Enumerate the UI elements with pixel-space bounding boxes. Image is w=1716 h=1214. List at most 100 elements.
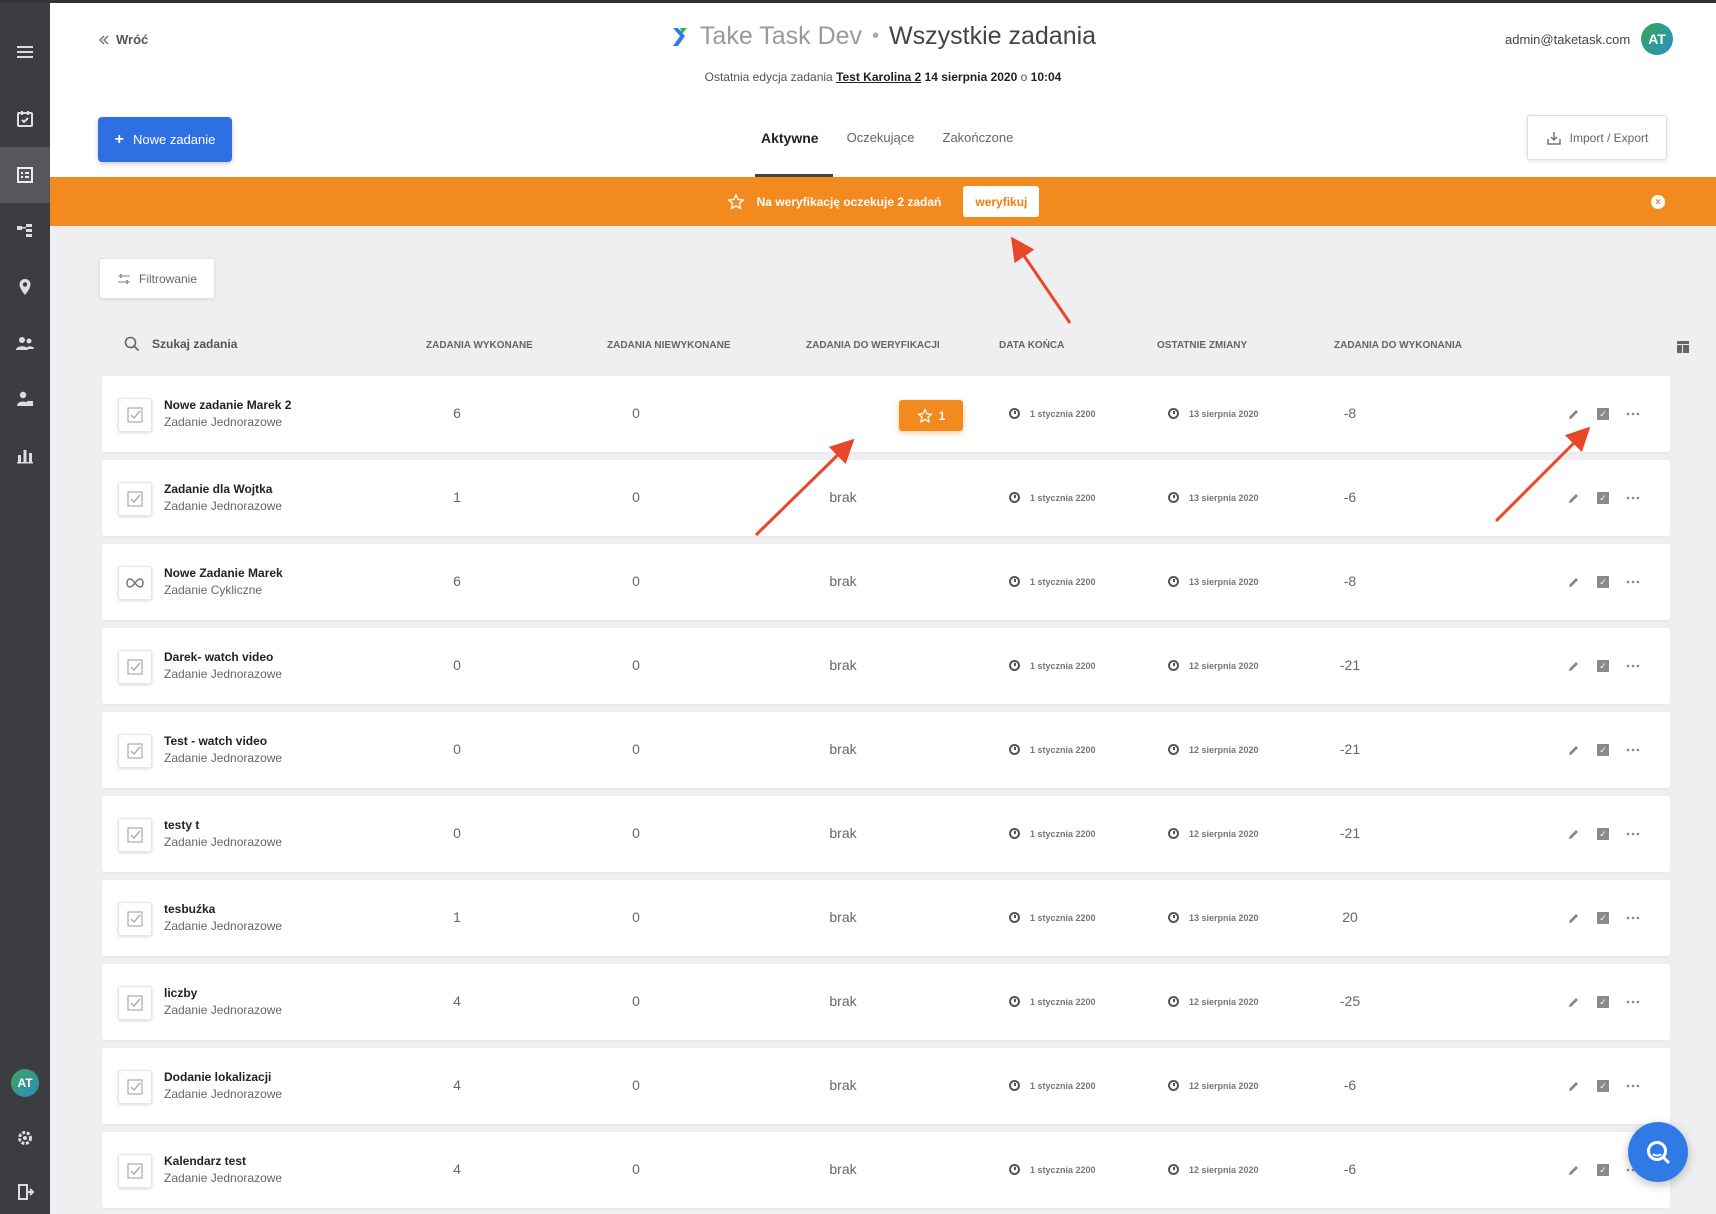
clock-icon	[1168, 492, 1179, 503]
edit-button[interactable]	[1565, 658, 1581, 674]
close-icon[interactable]: ×	[1651, 195, 1665, 209]
more-dots-icon	[1626, 496, 1640, 500]
verify-count: brak	[829, 1077, 857, 1093]
column-header-verify[interactable]: Zadania do weryfikacji	[806, 340, 940, 351]
task-name[interactable]: Zadanie dla Wojtka	[164, 482, 272, 496]
clock-icon	[1009, 996, 1020, 1007]
column-header-undone[interactable]: Zadania niewykonane	[607, 340, 731, 351]
table-row[interactable]: testy t Zadanie Jednorazowe 0 0 brak 1 s…	[102, 796, 1670, 872]
sidebar-menu-button[interactable]	[0, 24, 50, 80]
page-title-bar: Take Task Dev • Wszystkie zadania	[50, 22, 1716, 51]
task-name[interactable]: testy t	[164, 818, 199, 832]
table-row[interactable]: tesbuźka Zadanie Jednorazowe 1 0 brak 1 …	[102, 880, 1670, 956]
table-row[interactable]: Dodanie lokalizacji Zadanie Jednorazowe …	[102, 1048, 1670, 1124]
task-type-icon	[118, 398, 152, 432]
task-type: Zadanie Jednorazowe	[164, 919, 283, 933]
task-name[interactable]: Darek- watch video	[164, 650, 273, 664]
sidebar-item-users[interactable]	[0, 315, 50, 371]
check-square-icon: ✓	[1597, 744, 1609, 756]
table-row[interactable]: Darek- watch video Zadanie Jednorazowe 0…	[102, 628, 1670, 704]
sidebar-avatar[interactable]: AT	[11, 1069, 39, 1097]
more-options-button[interactable]	[1625, 574, 1641, 590]
edit-button[interactable]	[1565, 406, 1581, 422]
columns-layout-icon[interactable]	[1676, 340, 1690, 354]
last-change-text: 12 sierpnia 2020	[1189, 828, 1259, 839]
complete-button[interactable]: ✓	[1595, 406, 1611, 422]
column-header-last-changes[interactable]: Ostatnie zmiany	[1157, 340, 1247, 351]
task-name[interactable]: tesbuźka	[164, 902, 215, 916]
user-avatar[interactable]: AT	[1641, 23, 1673, 55]
verify-count: brak	[829, 741, 857, 757]
column-header-done[interactable]: Zadania wykonane	[426, 340, 533, 351]
complete-button[interactable]: ✓	[1595, 994, 1611, 1010]
task-name[interactable]: liczby	[164, 986, 197, 1000]
user-email[interactable]: admin@taketask.com	[1505, 32, 1630, 47]
edit-button[interactable]	[1565, 742, 1581, 758]
sidebar-item-structure[interactable]	[0, 203, 50, 259]
import-export-button[interactable]: Import / Export	[1527, 115, 1667, 160]
more-options-button[interactable]	[1625, 490, 1641, 506]
todo-count: -8	[1343, 405, 1357, 421]
more-options-button[interactable]	[1625, 994, 1641, 1010]
task-name[interactable]: Dodanie lokalizacji	[164, 1070, 271, 1084]
sidebar-item-user-settings[interactable]	[0, 371, 50, 427]
complete-button[interactable]: ✓	[1595, 826, 1611, 842]
task-name[interactable]: Kalendarz test	[164, 1154, 246, 1168]
sidebar-item-calendar[interactable]	[0, 91, 50, 147]
table-row[interactable]: Zadanie dla Wojtka Zadanie Jednorazowe 1…	[102, 460, 1670, 536]
done-count: 6	[453, 405, 461, 421]
tab-finished[interactable]: Zakończone	[929, 118, 1028, 177]
last-edit-task-link[interactable]: Test Karolina 2	[836, 70, 921, 84]
verify-badge[interactable]: 1	[899, 400, 963, 431]
complete-button[interactable]: ✓	[1595, 1078, 1611, 1094]
edit-button[interactable]	[1565, 1162, 1581, 1178]
last-edit-time: 10:04	[1030, 70, 1062, 84]
table-row[interactable]: Test - watch video Zadanie Jednorazowe 0…	[102, 712, 1670, 788]
table-row[interactable]: liczby Zadanie Jednorazowe 4 0 brak 1 st…	[102, 964, 1670, 1040]
table-row[interactable]: Nowe Zadanie Marek Zadanie Cykliczne 6 0…	[102, 544, 1670, 620]
more-options-button[interactable]	[1625, 742, 1641, 758]
complete-button[interactable]: ✓	[1595, 742, 1611, 758]
tab-pending[interactable]: Oczekujące	[833, 118, 929, 177]
column-header-end-date[interactable]: Data końca	[999, 340, 1064, 351]
search-task[interactable]: Szukaj zadania	[124, 336, 237, 352]
row-actions: ✓	[1565, 1162, 1641, 1178]
complete-button[interactable]: ✓	[1595, 574, 1611, 590]
edit-button[interactable]	[1565, 574, 1581, 590]
more-options-button[interactable]	[1625, 910, 1641, 926]
more-options-button[interactable]	[1625, 1078, 1641, 1094]
more-options-button[interactable]	[1625, 658, 1641, 674]
edit-button[interactable]	[1565, 1078, 1581, 1094]
filter-button[interactable]: Filtrowanie	[99, 258, 215, 299]
verify-count: brak	[829, 1161, 857, 1177]
check-square-icon: ✓	[1597, 492, 1609, 504]
complete-button[interactable]: ✓	[1595, 910, 1611, 926]
task-name[interactable]: Nowe zadanie Marek 2	[164, 398, 291, 412]
edit-button[interactable]	[1565, 490, 1581, 506]
task-name[interactable]: Test - watch video	[164, 734, 267, 748]
sidebar-item-tasks[interactable]	[0, 147, 50, 203]
more-options-button[interactable]	[1625, 406, 1641, 422]
new-task-button[interactable]: + Nowe zadanie	[98, 117, 232, 162]
help-search-button[interactable]	[1628, 1122, 1688, 1182]
clock-icon	[1168, 996, 1179, 1007]
edit-button[interactable]	[1565, 826, 1581, 842]
verify-button[interactable]: weryfikuj	[963, 186, 1040, 217]
complete-button[interactable]: ✓	[1595, 658, 1611, 674]
task-name[interactable]: Nowe Zadanie Marek	[164, 566, 283, 580]
table-row[interactable]: Nowe zadanie Marek 2 Zadanie Jednorazowe…	[102, 376, 1670, 452]
table-row[interactable]: Kalendarz test Zadanie Jednorazowe 4 0 b…	[102, 1132, 1670, 1208]
done-count: 4	[453, 993, 461, 1009]
tab-active[interactable]: Aktywne	[747, 118, 833, 177]
edit-button[interactable]	[1565, 994, 1581, 1010]
column-header-todo[interactable]: Zadania do wykonania	[1334, 340, 1462, 351]
sidebar-settings-button[interactable]	[0, 1110, 50, 1166]
edit-button[interactable]	[1565, 910, 1581, 926]
sidebar-item-reports[interactable]	[0, 427, 50, 483]
sidebar-item-locations[interactable]	[0, 259, 50, 315]
task-type: Zadanie Jednorazowe	[164, 415, 283, 429]
complete-button[interactable]: ✓	[1595, 1162, 1611, 1178]
complete-button[interactable]: ✓	[1595, 490, 1611, 506]
sidebar-logout-button[interactable]	[0, 1164, 50, 1214]
more-options-button[interactable]	[1625, 826, 1641, 842]
